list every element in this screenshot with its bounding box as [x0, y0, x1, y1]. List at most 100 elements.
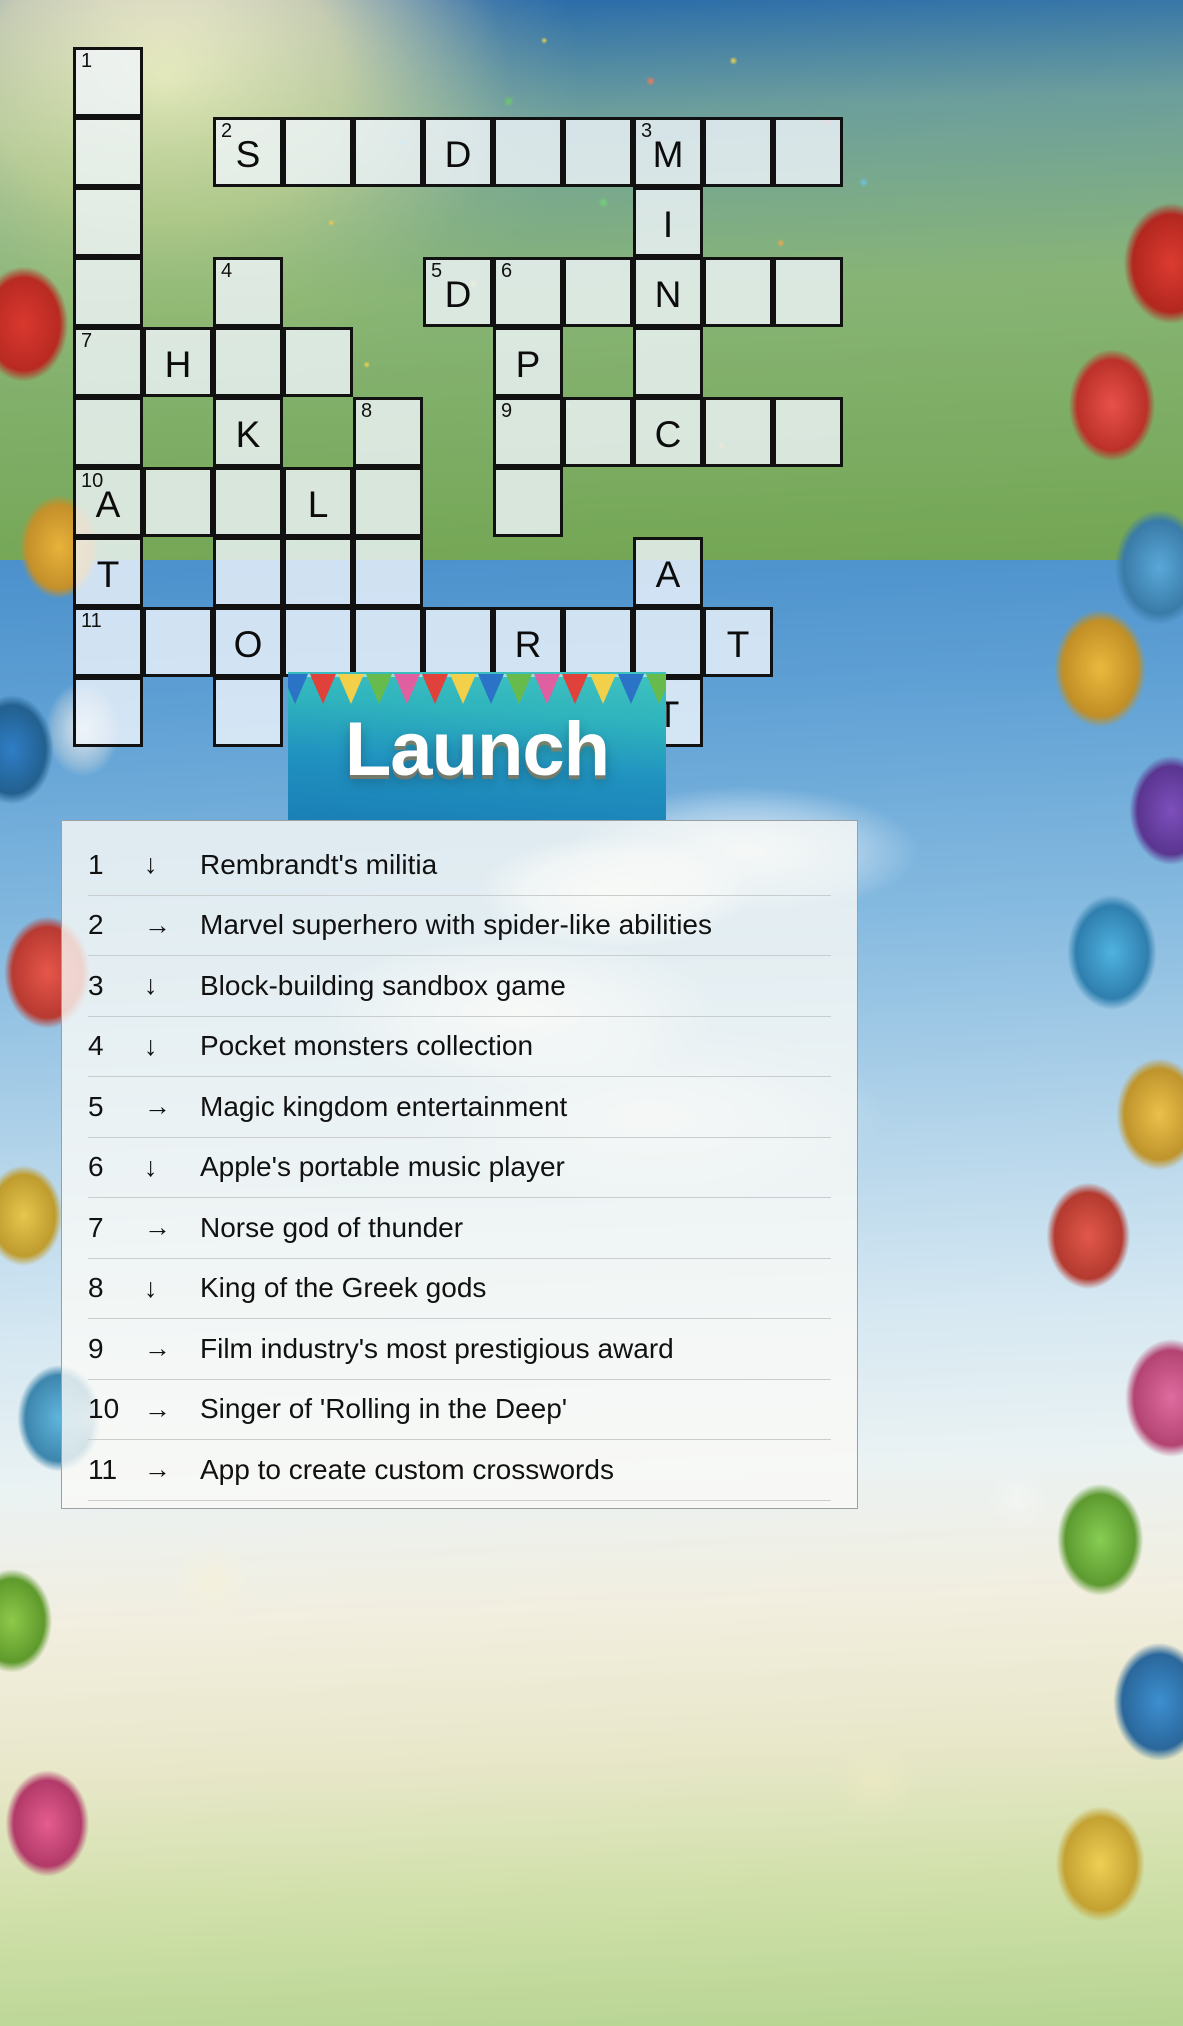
- grid-cell[interactable]: 4: [213, 257, 283, 327]
- grid-cell[interactable]: K: [213, 397, 283, 467]
- crossword-grid[interactable]: 1 2 S D 3 M I 4 5 D 6 N 7 H P K 8 9 C 10 A L T A 11 O R T T: [73, 47, 913, 747]
- grid-cell[interactable]: [353, 117, 423, 187]
- clue-text: King of the Greek gods: [200, 1272, 487, 1304]
- grid-cell[interactable]: L: [283, 467, 353, 537]
- cell-number: 5: [431, 260, 443, 282]
- grid-cell[interactable]: [563, 117, 633, 187]
- grid-cell[interactable]: A: [633, 537, 703, 607]
- grid-cell[interactable]: 2S: [213, 117, 283, 187]
- arrow-right-icon: →: [144, 1212, 171, 1243]
- grid-cell[interactable]: [143, 467, 213, 537]
- grid-cell[interactable]: D: [423, 117, 493, 187]
- bunting-flag: [288, 674, 308, 704]
- grid-cell[interactable]: 10 A: [73, 467, 143, 537]
- grid-cell[interactable]: [493, 117, 563, 187]
- grid-cell[interactable]: [143, 607, 213, 677]
- grid-cell[interactable]: [773, 117, 843, 187]
- cell-number: 8: [361, 400, 373, 422]
- grid-cell[interactable]: [213, 677, 283, 747]
- cell-letter: T: [96, 553, 120, 595]
- grid-cell[interactable]: N: [633, 257, 703, 327]
- grid-cell[interactable]: I: [633, 187, 703, 257]
- grid-cell[interactable]: [703, 117, 773, 187]
- clue-text: Apple's portable music player: [200, 1151, 565, 1183]
- grid-cell[interactable]: [353, 537, 423, 607]
- clue-row[interactable]: 2 → Marvel superhero with spider-like abil…: [88, 896, 831, 956]
- cell-letter: A: [655, 553, 681, 595]
- grid-cell[interactable]: [703, 257, 773, 327]
- cell-letter: S: [235, 133, 261, 175]
- grid-cell[interactable]: [213, 537, 283, 607]
- cell-letter: D: [444, 273, 472, 315]
- arrow-down-icon: ↓: [144, 1151, 158, 1182]
- cell-letter: R: [514, 623, 542, 665]
- grid-cell[interactable]: [493, 467, 563, 537]
- grid-cell[interactable]: [213, 467, 283, 537]
- arrow-down-icon: ↓: [144, 1030, 158, 1061]
- grid-cell[interactable]: [353, 607, 423, 677]
- clue-row[interactable]: 8 ↓ King of the Greek gods: [88, 1259, 831, 1319]
- grid-cell[interactable]: O: [213, 607, 283, 677]
- grid-cell[interactable]: 11: [73, 607, 143, 677]
- cell-number: 9: [501, 400, 513, 422]
- clue-row[interactable]: 7 → Norse god of thunder: [88, 1198, 831, 1259]
- grid-cell[interactable]: [283, 607, 353, 677]
- grid-cell[interactable]: [773, 257, 843, 327]
- grid-cell[interactable]: T: [73, 537, 143, 607]
- clue-row[interactable]: 6 ↓ Apple's portable music player: [88, 1138, 831, 1198]
- cell-letter: T: [726, 623, 750, 665]
- grid-cell[interactable]: [73, 397, 143, 467]
- launch-title: Launch: [344, 707, 610, 792]
- clue-text: Film industry's most prestigious award: [200, 1332, 674, 1364]
- grid-cell[interactable]: 5D: [423, 257, 493, 327]
- grid-cell[interactable]: 3M: [633, 117, 703, 187]
- grid-cell[interactable]: 6: [493, 257, 563, 327]
- arrow-right-icon: →: [144, 1333, 171, 1364]
- grid-cell[interactable]: [73, 677, 143, 747]
- cell-number: 1: [81, 50, 93, 72]
- clue-row[interactable]: 9 → Film industry's most prestigious award: [88, 1319, 831, 1380]
- clue-row[interactable]: 1 ↓ Rembrandt's militia: [88, 835, 831, 896]
- grid-cell[interactable]: [283, 117, 353, 187]
- grid-cell[interactable]: [283, 537, 353, 607]
- grid-cell[interactable]: [703, 397, 773, 467]
- bunting-flag: [422, 674, 448, 704]
- grid-cell[interactable]: C: [633, 397, 703, 467]
- grid-cell[interactable]: 7: [73, 327, 143, 397]
- grid-cell[interactable]: [563, 607, 633, 677]
- grid-cell[interactable]: P: [493, 327, 563, 397]
- grid-cell[interactable]: [563, 397, 633, 467]
- clue-row[interactable]: 5 → Magic kingdom entertainment: [88, 1077, 831, 1138]
- grid-cell[interactable]: [73, 117, 143, 187]
- clue-text: Magic kingdom entertainment: [200, 1090, 568, 1122]
- cell-number: 4: [221, 260, 233, 282]
- clue-text: Pocket monsters collection: [200, 1030, 534, 1062]
- clue-number: 3: [88, 969, 104, 1001]
- grid-cell[interactable]: [633, 607, 703, 677]
- grid-cell[interactable]: [563, 257, 633, 327]
- clue-row[interactable]: 11 → App to create custom crosswords: [88, 1440, 831, 1501]
- grid-cell[interactable]: 8: [353, 397, 423, 467]
- grid-cell[interactable]: [283, 327, 353, 397]
- grid-cell[interactable]: H: [143, 327, 213, 397]
- clue-row[interactable]: 10 → Singer of 'Rolling in the Deep': [88, 1380, 831, 1440]
- grid-cell[interactable]: [73, 257, 143, 327]
- grid-cell[interactable]: [423, 607, 493, 677]
- grid-cell[interactable]: [633, 327, 703, 397]
- grid-cell[interactable]: [73, 187, 143, 257]
- clue-text: App to create custom crosswords: [200, 1453, 614, 1485]
- grid-cell[interactable]: [773, 397, 843, 467]
- clue-row[interactable]: 3 ↓ Block-building sandbox game: [88, 956, 831, 1017]
- clue-number: 10: [88, 1393, 120, 1425]
- bunting-flag: [450, 674, 476, 704]
- cell-letter: P: [515, 343, 541, 385]
- clue-number: 6: [88, 1151, 104, 1183]
- clue-row[interactable]: 4 ↓ Pocket monsters collection: [88, 1017, 831, 1077]
- grid-cell[interactable]: 9: [493, 397, 563, 467]
- grid-cell[interactable]: T: [703, 607, 773, 677]
- grid-cell[interactable]: [353, 467, 423, 537]
- grid-cell[interactable]: R: [493, 607, 563, 677]
- grid-cell[interactable]: 1: [73, 47, 143, 117]
- grid-cell[interactable]: [213, 327, 283, 397]
- clue-text: Block-building sandbox game: [200, 969, 566, 1001]
